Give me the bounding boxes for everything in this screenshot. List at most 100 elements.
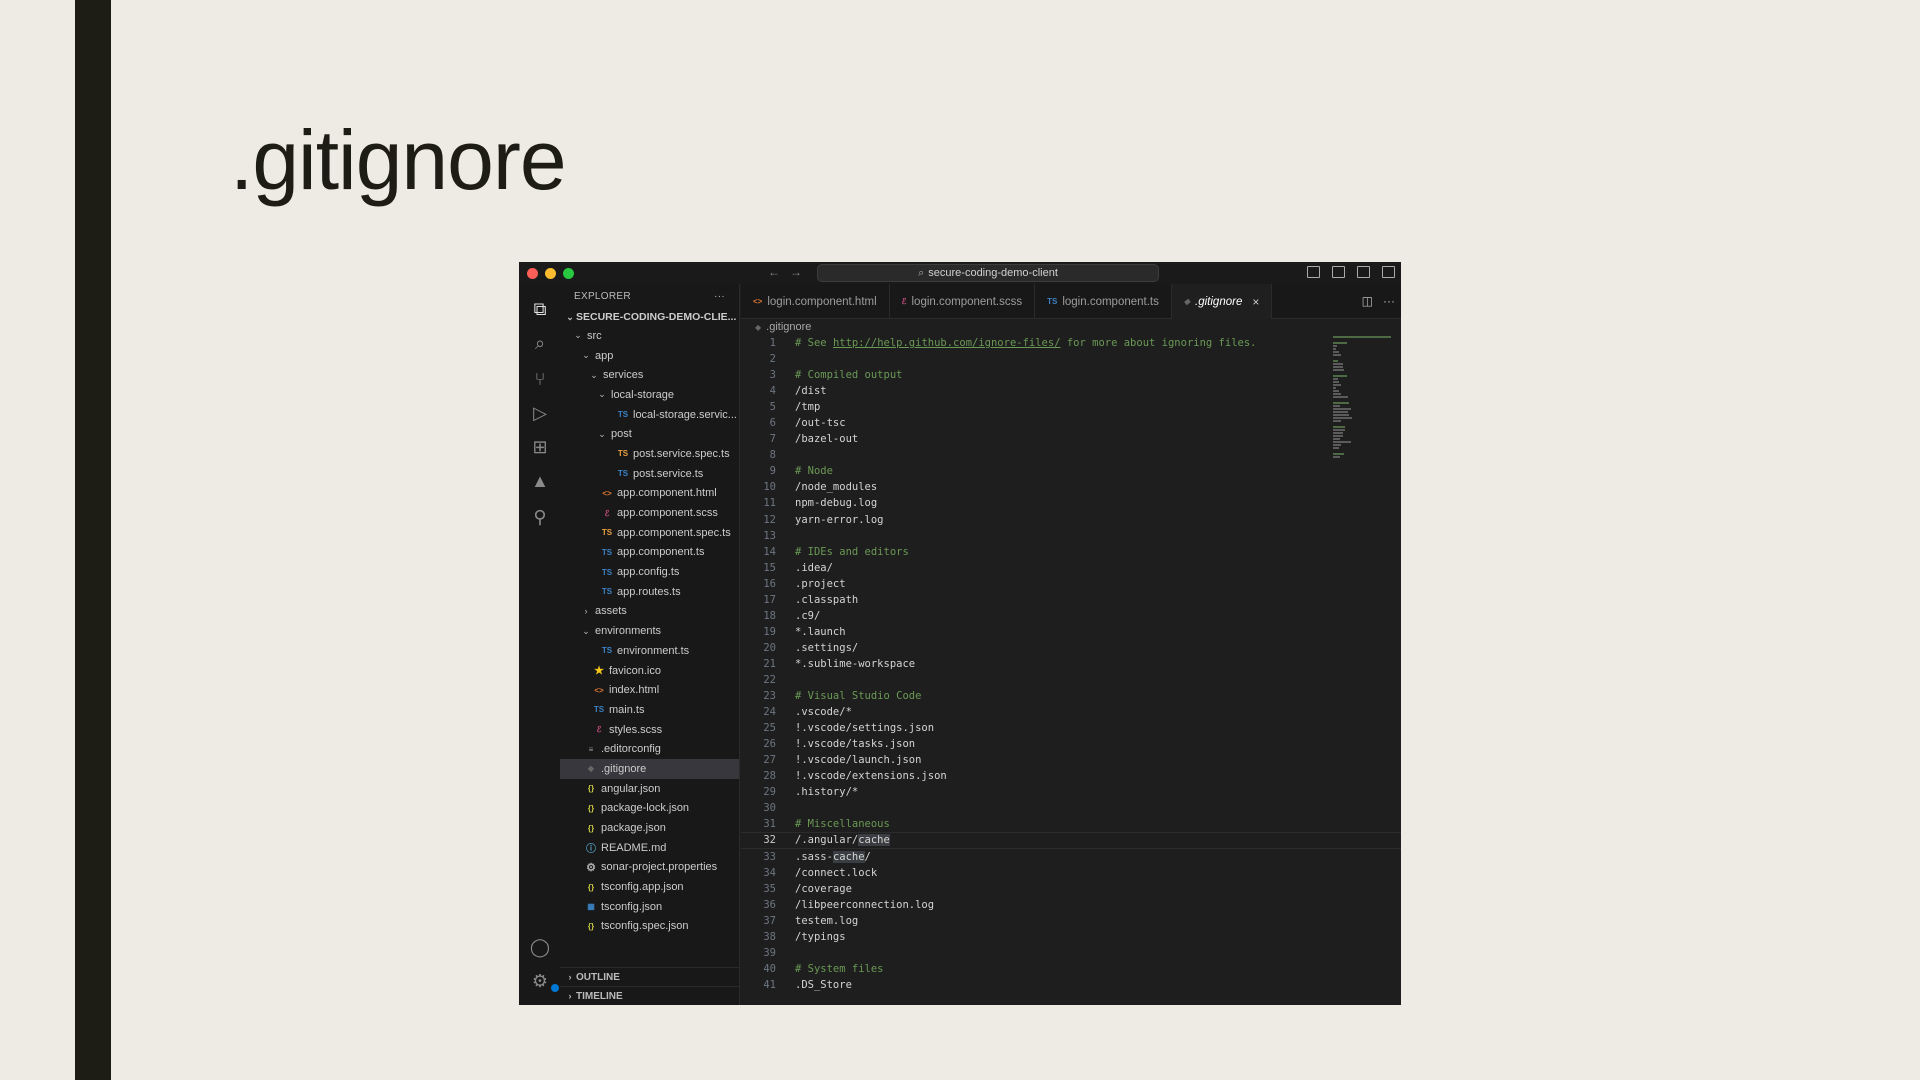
tree-folder[interactable]: ⌄ services (560, 365, 739, 385)
code-line[interactable]: 18 .c9/ (741, 608, 1401, 624)
toggle-panel-icon[interactable] (1332, 266, 1345, 278)
angular-icon[interactable]: ▲ (529, 470, 551, 492)
outline-section[interactable]: › OUTLINE (560, 967, 740, 986)
code-line[interactable]: 37 testem.log (741, 913, 1401, 929)
code-line[interactable]: 21 *.sublime-workspace (741, 656, 1401, 672)
code-line[interactable]: 33 .sass-cache/ (741, 849, 1401, 865)
code-line[interactable]: 8 (741, 447, 1401, 463)
maximize-window-button[interactable] (563, 268, 574, 279)
code-line[interactable]: 40 # System files (741, 961, 1401, 977)
code-line[interactable]: 19 *.launch (741, 624, 1401, 640)
tree-file[interactable]: TS app.routes.ts (560, 582, 739, 602)
tree-folder[interactable]: ⌄ src (560, 326, 739, 346)
toggle-secondary-sidebar-icon[interactable] (1357, 266, 1370, 278)
close-window-button[interactable] (527, 268, 538, 279)
editor-tab[interactable]: <> login.component.html (741, 284, 890, 319)
code-line[interactable]: 39 (741, 945, 1401, 961)
code-line[interactable]: 30 (741, 800, 1401, 816)
tree-file[interactable]: ℰapp.component.scss (560, 503, 739, 523)
code-line[interactable]: 15 .idea/ (741, 560, 1401, 576)
tree-file[interactable]: ◆ .gitignore (560, 759, 739, 779)
manage-icon[interactable]: ⚙ (529, 970, 559, 992)
tree-file[interactable]: {} package-lock.json (560, 799, 739, 819)
code-line[interactable]: 29 .history/* (741, 784, 1401, 800)
tree-file[interactable]: {} angular.json (560, 779, 739, 799)
run-debug-icon[interactable]: ▷ (529, 402, 551, 424)
code-line[interactable]: 36/libpeerconnection.log (741, 897, 1401, 913)
code-line[interactable]: 5/tmp (741, 399, 1401, 415)
code-line[interactable]: 35/coverage (741, 881, 1401, 897)
more-actions-icon[interactable]: ··· (1383, 294, 1395, 308)
forward-arrow-icon[interactable]: → (790, 265, 802, 279)
account-icon[interactable]: ◯ (529, 936, 551, 958)
code-line[interactable]: 13 (741, 528, 1401, 544)
tree-folder[interactable]: ⌄ environments (560, 621, 739, 641)
code-line[interactable]: 27 !.vscode/launch.json (741, 752, 1401, 768)
tree-file[interactable]: <> index.html (560, 680, 739, 700)
tree-file[interactable]: ▦ tsconfig.json (560, 897, 739, 917)
tree-file[interactable]: TS post.service.ts (560, 464, 739, 484)
extensions-icon[interactable]: ⊞ (529, 436, 551, 458)
tree-file[interactable]: ⓘ README.md (560, 838, 739, 858)
code-line[interactable]: 28 !.vscode/extensions.json (741, 768, 1401, 784)
code-line[interactable]: 6/out-tsc (741, 415, 1401, 431)
minimap[interactable] (1323, 335, 1401, 458)
code-editor[interactable]: 1 # See http://help.github.com/ignore-fil… (741, 335, 1401, 1005)
code-line[interactable]: 31 # Miscellaneous (741, 816, 1401, 832)
code-line[interactable]: 24 .vscode/* (741, 704, 1401, 720)
tree-file[interactable]: TS post.service.spec.ts (560, 444, 739, 464)
timeline-section[interactable]: › TIMELINE (560, 986, 740, 1005)
toggle-primary-sidebar-icon[interactable] (1307, 266, 1320, 278)
tree-file[interactable]: TS main.ts (560, 700, 739, 720)
tree-file[interactable]: {} tsconfig.spec.json (560, 917, 739, 937)
breadcrumb[interactable]: ◆ .gitignore (741, 319, 1401, 335)
code-line[interactable]: 2 (741, 351, 1401, 367)
tree-file[interactable]: TS local-storage.servic... (560, 405, 739, 425)
tree-file[interactable]: ⚙ sonar-project.properties (560, 858, 739, 878)
back-arrow-icon[interactable]: ← (768, 265, 780, 279)
tree-file[interactable]: {} package.json (560, 818, 739, 838)
tree-file[interactable]: TS app.component.ts (560, 543, 739, 563)
tree-file[interactable]: ≡ .editorconfig (560, 739, 739, 759)
minimize-window-button[interactable] (545, 268, 556, 279)
tree-file[interactable]: <> app.component.html (560, 484, 739, 504)
code-line[interactable]: 23 # Visual Studio Code (741, 688, 1401, 704)
tree-file[interactable]: {} tsconfig.app.json (560, 877, 739, 897)
command-center[interactable]: ⌕ secure-coding-demo-client (817, 264, 1159, 282)
code-line[interactable]: 12 yarn-error.log (741, 512, 1401, 528)
code-line[interactable]: 10/node_modules (741, 479, 1401, 495)
code-line[interactable]: 34/connect.lock (741, 865, 1401, 881)
code-line[interactable]: 20 .settings/ (741, 640, 1401, 656)
tree-folder[interactable]: ⌄ post (560, 424, 739, 444)
project-folder[interactable]: ⌄ SECURE-CODING-DEMO-CLIE... (560, 308, 739, 326)
source-control-icon[interactable]: ⑂ (529, 368, 551, 390)
code-line[interactable]: 16 .project (741, 576, 1401, 592)
tree-file[interactable]: TS environment.ts (560, 641, 739, 661)
tree-file[interactable]: TS app.component.spec.ts (560, 523, 739, 543)
tree-folder[interactable]: ⌄ local-storage (560, 385, 739, 405)
code-line[interactable]: 4/dist (741, 383, 1401, 399)
breadcrumb-file[interactable]: .gitignore (766, 321, 811, 333)
split-editor-icon[interactable]: ◫ (1362, 294, 1373, 308)
code-line[interactable]: 3 # Compiled output (741, 367, 1401, 383)
more-actions-icon[interactable]: ··· (714, 291, 725, 302)
editor-tab[interactable]: TS login.component.ts (1035, 284, 1172, 319)
code-line[interactable]: 32 /.angular/cache (741, 832, 1401, 849)
code-line[interactable]: 25 !.vscode/settings.json (741, 720, 1401, 736)
git-graph-icon[interactable]: ⚲ (529, 506, 551, 528)
code-line[interactable]: 38/typings (741, 929, 1401, 945)
code-line[interactable]: 7/bazel-out (741, 431, 1401, 447)
tree-file[interactable]: ℰstyles.scss (560, 720, 739, 740)
code-line[interactable]: 1 # See http://help.github.com/ignore-fil… (741, 335, 1401, 351)
code-line[interactable]: 9 # Node (741, 463, 1401, 479)
search-icon[interactable]: ⌕ (529, 332, 551, 354)
code-line[interactable]: 26 !.vscode/tasks.json (741, 736, 1401, 752)
editor-tab[interactable]: ℰlogin.component.scss (890, 284, 1036, 319)
tree-file[interactable]: ★ favicon.ico (560, 661, 739, 681)
code-line[interactable]: 11 npm-debug.log (741, 495, 1401, 511)
close-tab-icon[interactable]: × (1252, 295, 1259, 309)
tree-file[interactable]: TS app.config.ts (560, 562, 739, 582)
customize-layout-icon[interactable] (1382, 266, 1395, 278)
code-line[interactable]: 41 .DS_Store (741, 977, 1401, 993)
tree-folder[interactable]: ⌄ app (560, 346, 739, 366)
